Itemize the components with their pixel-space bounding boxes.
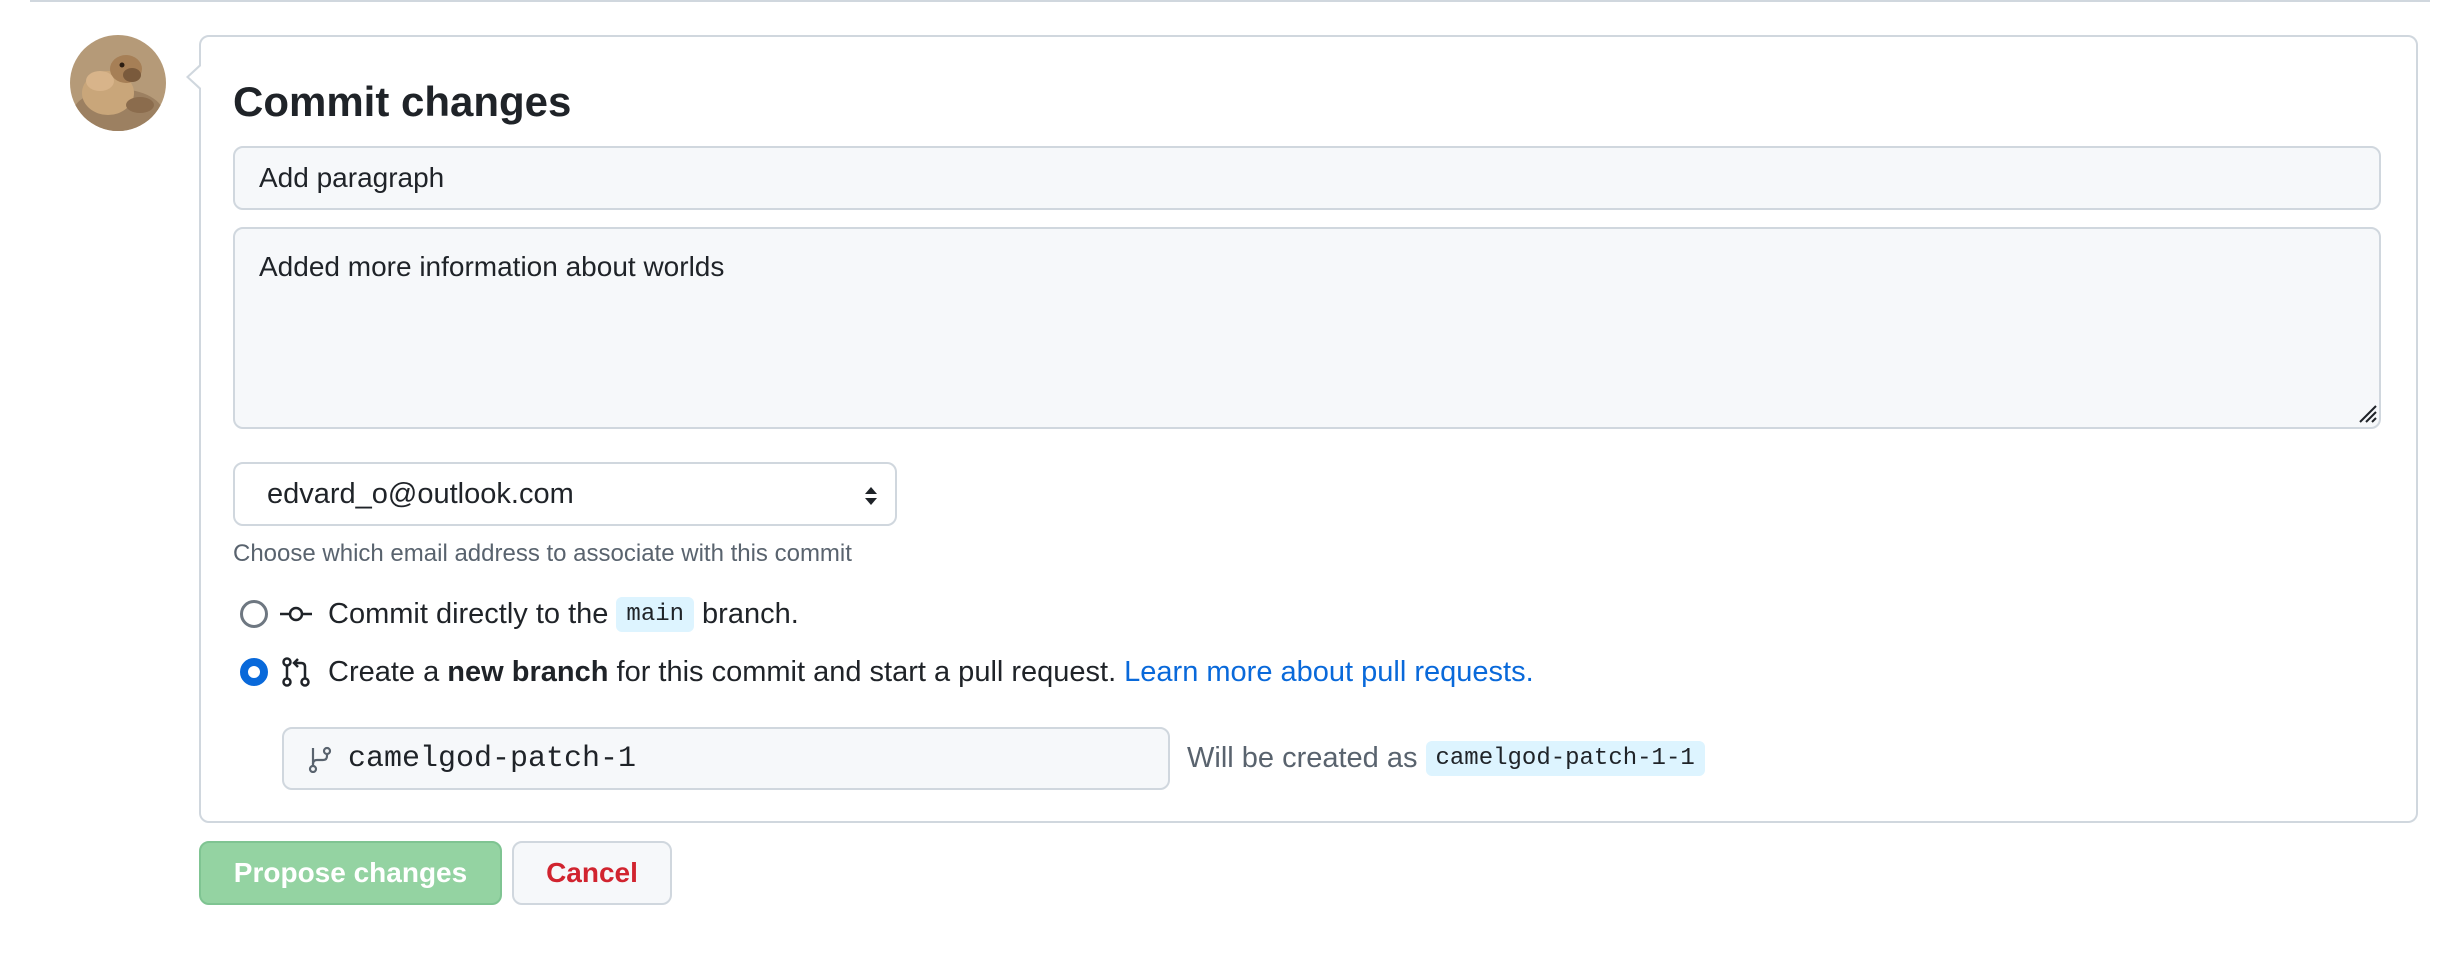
git-commit-icon (280, 606, 312, 622)
new-branch-prefix: Create a (328, 655, 440, 688)
branch-name-field[interactable] (282, 727, 1170, 790)
git-pull-request-icon (282, 657, 310, 687)
commit-direct-radio[interactable] (240, 600, 268, 628)
option-commit-direct[interactable]: Commit directly to the main branch. (240, 594, 799, 634)
git-branch-icon (308, 746, 332, 773)
created-as-note: Will be created as camelgod-patch-1-1 (1187, 738, 1713, 778)
new-branch-suffix: for this commit and start a pull request… (616, 655, 1117, 688)
select-arrows-icon (865, 487, 877, 505)
new-branch-bold: new branch (447, 655, 609, 688)
commit-direct-suffix: branch. (702, 597, 799, 630)
resize-handle-icon[interactable] (2356, 402, 2378, 424)
commit-description-textarea[interactable]: Added more information about worlds (233, 227, 2381, 429)
email-select[interactable]: edvard_o@outlook.com (233, 462, 897, 526)
cancel-button[interactable]: Cancel (512, 841, 672, 905)
email-select-value: edvard_o@outlook.com (267, 477, 574, 510)
option-new-branch[interactable]: Create a new branch for this commit and … (240, 652, 1534, 692)
branch-name-input[interactable] (348, 729, 1148, 788)
top-divider (30, 0, 2430, 2)
created-as-label: Will be created as (1187, 741, 1418, 774)
commit-direct-prefix: Commit directly to the (328, 597, 609, 630)
email-hint: Choose which email address to associate … (233, 540, 852, 567)
new-branch-radio[interactable] (240, 658, 268, 686)
commit-summary-input[interactable] (233, 146, 2381, 210)
base-branch-chip: main (616, 596, 695, 632)
panel-caret-inner (189, 66, 201, 88)
propose-changes-button[interactable]: Propose changes (199, 841, 502, 905)
avatar[interactable] (70, 35, 166, 131)
page-title: Commit changes (233, 78, 572, 125)
learn-more-link[interactable]: Learn more about pull requests. (1124, 656, 1533, 689)
created-as-branch-chip: camelgod-patch-1-1 (1425, 740, 1705, 776)
